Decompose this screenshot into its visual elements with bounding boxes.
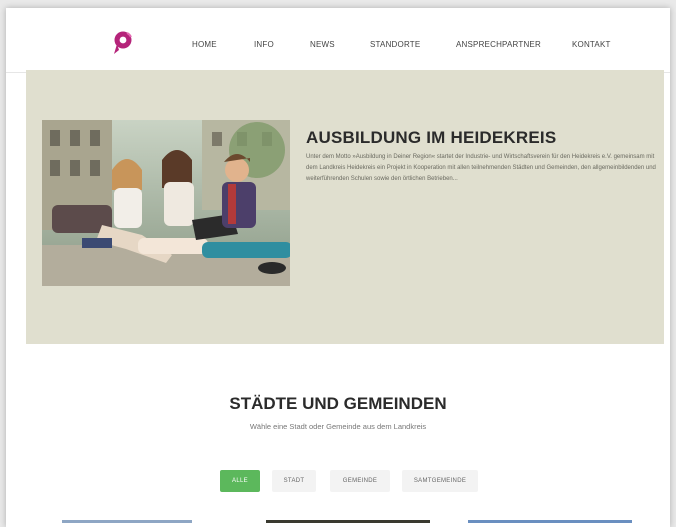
city-card[interactable] <box>266 520 430 523</box>
browser-page: HOME INFO NEWS STANDORTE ANSPRECHPARTNER… <box>6 8 670 527</box>
filter-samtgemeinde[interactable]: SAMTGEMEINDE <box>402 470 478 492</box>
nav-standorte[interactable]: STANDORTE <box>370 40 420 49</box>
city-card[interactable] <box>468 520 632 523</box>
section-title: STÄDTE UND GEMEINDEN <box>229 394 447 413</box>
nav-ansprechpartner[interactable]: ANSPRECHPARTNER <box>456 40 541 49</box>
nav-home[interactable]: HOME <box>192 40 217 49</box>
hero-section: AUSBILDUNG IM HEIDEKREIS Unter dem Motto… <box>26 70 664 344</box>
nav-info[interactable]: INFO <box>254 40 274 49</box>
students-photo <box>42 120 290 286</box>
section-subtitle: Wähle eine Stadt oder Gemeinde aus dem L… <box>249 422 427 431</box>
main-navigation: HOME INFO NEWS STANDORTE ANSPRECHPARTNER… <box>6 40 670 54</box>
filter-stadt[interactable]: STADT <box>272 470 316 492</box>
nav-news[interactable]: NEWS <box>310 40 335 49</box>
nav-kontakt[interactable]: KONTAKT <box>572 40 611 49</box>
filter-alle[interactable]: ALLE <box>220 470 260 492</box>
hero-text: Unter dem Motto »Ausbildung in Deiner Re… <box>306 154 656 182</box>
city-card[interactable] <box>62 520 192 523</box>
filter-gemeinde[interactable]: GEMEINDE <box>330 470 390 492</box>
hero-title: AUSBILDUNG IM HEIDEKREIS <box>306 128 557 147</box>
site-header: HOME INFO NEWS STANDORTE ANSPRECHPARTNER… <box>6 8 670 73</box>
